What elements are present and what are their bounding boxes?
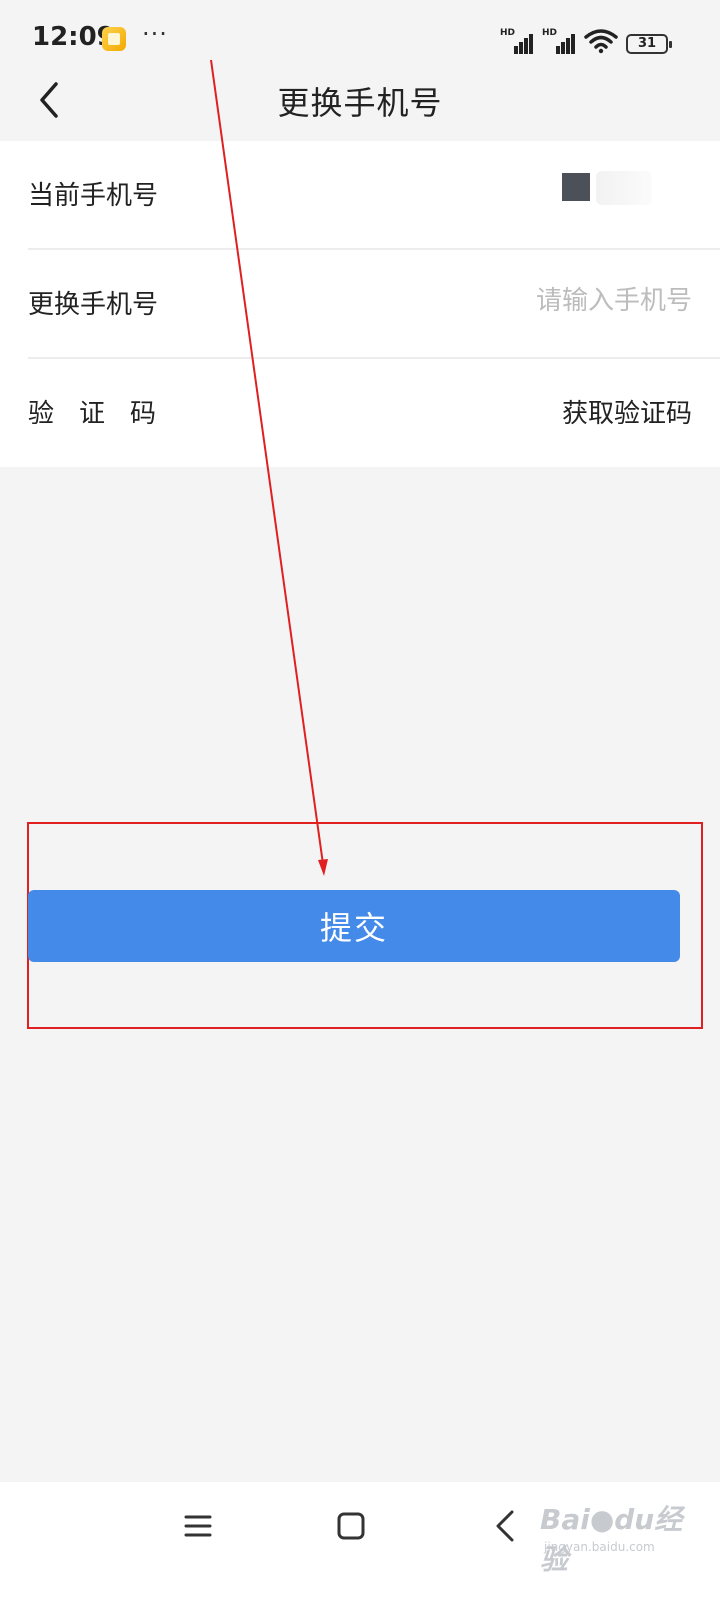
new-phone-label: 更换手机号 <box>28 290 159 320</box>
verification-code-row: 验证码 获取验证码 <box>0 359 720 468</box>
get-code-button[interactable]: 获取验证码 <box>562 393 692 430</box>
system-nav-bar: Bai●du经验 jingyan.baidu.com <box>0 1482 720 1600</box>
cellular-signal-icon: HD <box>500 28 534 54</box>
nav-bar: 更换手机号 <box>0 60 720 140</box>
page-title: 更换手机号 <box>277 84 443 122</box>
watermark-logo-text: Bai●du经验 <box>540 1503 683 1576</box>
wifi-icon <box>584 29 618 54</box>
hd-badge-2: HD <box>542 28 558 38</box>
cellular-signal-icon-2: HD <box>542 28 576 54</box>
status-indicators: HD HD 31 <box>500 26 672 54</box>
more-notifications-icon: ··· <box>142 20 168 48</box>
watermark-url: jingyan.baidu.com <box>544 1540 655 1554</box>
new-phone-input[interactable] <box>392 276 692 326</box>
battery-icon: 31 <box>626 34 672 54</box>
verification-code-label: 验证码 <box>28 399 182 429</box>
current-phone-value-blurred <box>596 171 652 205</box>
gallery-app-icon <box>102 27 126 51</box>
back-icon[interactable] <box>488 1506 524 1546</box>
current-phone-row: 当前手机号 <box>0 141 720 250</box>
current-phone-value-masked <box>562 173 590 201</box>
hd-badge: HD <box>500 28 516 38</box>
menu-icon[interactable] <box>180 1508 216 1544</box>
home-icon[interactable] <box>333 1508 369 1544</box>
current-phone-label: 当前手机号 <box>28 181 159 211</box>
phone-change-form: 当前手机号 更换手机号 验证码 获取验证码 <box>0 141 720 467</box>
new-phone-row: 更换手机号 <box>0 250 720 359</box>
baidu-jingyan-watermark: Bai●du经验 jingyan.baidu.com <box>540 1494 710 1594</box>
submit-button[interactable]: 提交 <box>28 890 680 962</box>
